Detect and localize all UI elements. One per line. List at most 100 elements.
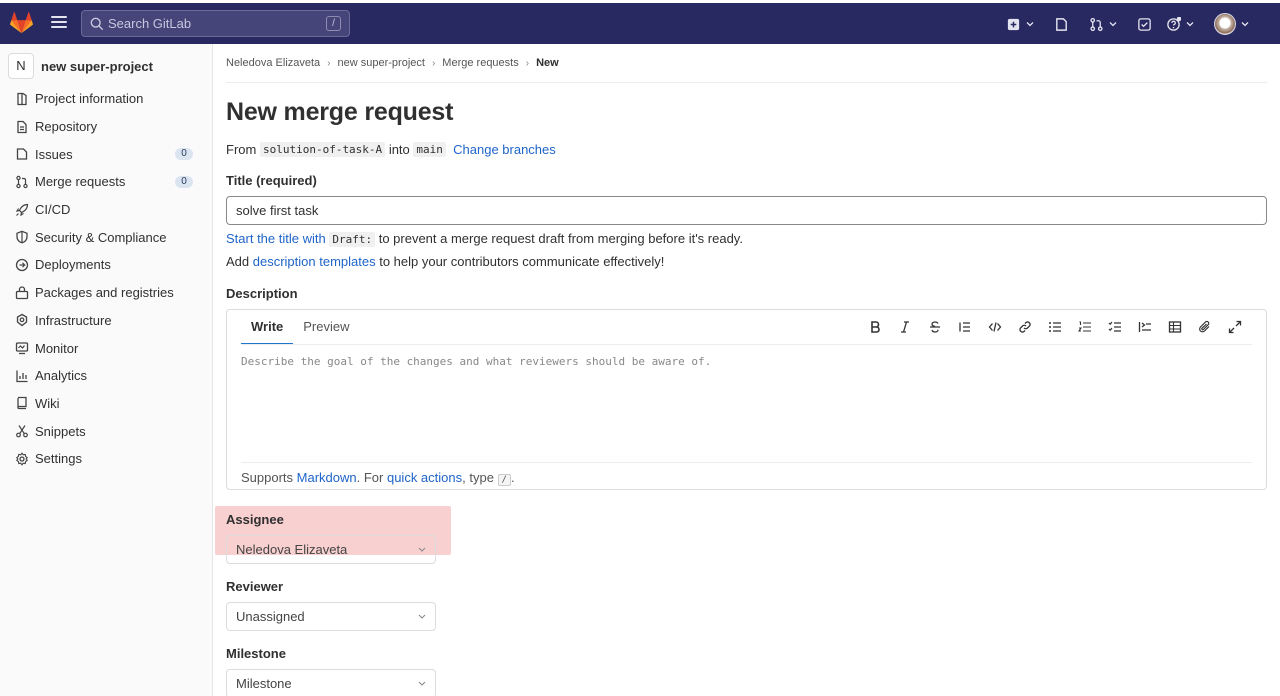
search-placeholder: Search GitLab bbox=[108, 16, 192, 31]
target-branch: main bbox=[413, 142, 446, 157]
merge-request-icon bbox=[15, 175, 29, 189]
merge-requests-nav[interactable] bbox=[1084, 11, 1122, 37]
draft-hint-code[interactable]: Draft: bbox=[329, 232, 376, 247]
sidebar-item-project-information[interactable]: Project information bbox=[0, 85, 212, 113]
draft-hint-link[interactable]: Start the title with bbox=[226, 231, 326, 246]
sidebar-project-header[interactable]: N new super-project bbox=[0, 48, 212, 84]
rocket-icon bbox=[15, 203, 29, 217]
breadcrumb-item[interactable]: Neledova Elizaveta bbox=[226, 57, 320, 69]
chevron-down-icon bbox=[1186, 22, 1194, 27]
tab-preview[interactable]: Preview bbox=[293, 310, 359, 345]
sidebar-item-analytics[interactable]: Analytics bbox=[0, 362, 212, 390]
sidebar-item-label: Project information bbox=[35, 91, 144, 107]
strikethrough-icon[interactable] bbox=[920, 319, 950, 335]
for-text: . For bbox=[356, 470, 387, 485]
sidebar-item-packages[interactable]: Packages and registries bbox=[0, 279, 212, 307]
templates-hint: Add description templates to help your c… bbox=[226, 254, 1267, 269]
cloud-gear-icon bbox=[15, 313, 29, 327]
menu-icon[interactable] bbox=[51, 16, 67, 30]
sidebar-item-repository[interactable]: Repository bbox=[0, 113, 212, 141]
description-editor: Write Preview Describe the goal of the c… bbox=[226, 309, 1267, 490]
help-dropdown[interactable] bbox=[1161, 11, 1199, 37]
tab-write[interactable]: Write bbox=[241, 310, 294, 345]
user-menu[interactable] bbox=[1209, 11, 1254, 37]
assignee-select[interactable]: Neledova Elizaveta bbox=[226, 535, 436, 564]
quote-icon[interactable] bbox=[950, 319, 980, 335]
sidebar-item-snippets[interactable]: Snippets bbox=[0, 417, 212, 445]
branch-info: From solution-of-task-A into main Change… bbox=[226, 142, 1267, 157]
chevron-down-icon bbox=[1109, 22, 1117, 27]
attach-icon[interactable] bbox=[1190, 319, 1220, 335]
bullet-list-icon[interactable] bbox=[1040, 319, 1070, 335]
chevron-down-icon bbox=[418, 681, 426, 686]
title-label: Title (required) bbox=[226, 173, 317, 188]
end-period: . bbox=[510, 470, 515, 485]
gitlab-logo-icon[interactable] bbox=[10, 12, 33, 34]
markdown-toolbar bbox=[860, 319, 1250, 335]
sidebar-item-deployments[interactable]: Deployments bbox=[0, 251, 212, 279]
document-icon bbox=[15, 120, 29, 134]
assignee-label: Assignee bbox=[226, 512, 284, 527]
issues-nav[interactable] bbox=[1049, 11, 1074, 37]
markdown-link[interactable]: Markdown bbox=[297, 470, 357, 485]
table-icon[interactable] bbox=[1160, 319, 1190, 335]
gear-icon bbox=[15, 452, 29, 466]
numbered-list-icon[interactable] bbox=[1070, 319, 1100, 335]
sidebar-item-monitor[interactable]: Monitor bbox=[0, 334, 212, 362]
sidebar-item-settings[interactable]: Settings bbox=[0, 445, 212, 473]
breadcrumb-separator-icon: › bbox=[327, 57, 331, 69]
sidebar-item-issues[interactable]: Issues 0 bbox=[0, 140, 212, 168]
title-field[interactable]: solve first task bbox=[226, 196, 1267, 225]
todos-nav[interactable] bbox=[1132, 11, 1157, 37]
breadcrumb-item[interactable]: new super-project bbox=[338, 57, 425, 69]
collapsible-icon[interactable] bbox=[1130, 319, 1160, 335]
reviewer-block: Reviewer Unassigned bbox=[226, 579, 436, 631]
task-list-icon[interactable] bbox=[1100, 319, 1130, 335]
breadcrumb-current[interactable]: New bbox=[536, 57, 559, 69]
chevron-down-icon bbox=[418, 547, 426, 552]
milestone-select[interactable]: Milestone bbox=[226, 669, 436, 696]
bold-icon[interactable] bbox=[860, 319, 890, 335]
merge-requests-icon bbox=[1090, 17, 1103, 31]
link-icon[interactable] bbox=[1010, 319, 1040, 335]
fullscreen-icon[interactable] bbox=[1220, 319, 1250, 335]
change-branches-link[interactable]: Change branches bbox=[453, 142, 556, 157]
chevron-down-icon bbox=[1026, 22, 1034, 27]
book-icon bbox=[15, 396, 29, 410]
sidebar-item-security[interactable]: Security & Compliance bbox=[0, 223, 212, 251]
editor-footer-divider bbox=[241, 462, 1252, 463]
description-label: Description bbox=[226, 286, 298, 301]
chart-icon bbox=[15, 369, 29, 383]
description-textarea[interactable]: Describe the goal of the changes and wha… bbox=[241, 355, 711, 368]
breadcrumb-item[interactable]: Merge requests bbox=[442, 57, 518, 69]
supports-text: Supports bbox=[241, 470, 297, 485]
chevron-down-icon bbox=[418, 614, 426, 619]
search-input[interactable]: Search GitLab / bbox=[81, 10, 350, 37]
sidebar-item-wiki[interactable]: Wiki bbox=[0, 390, 212, 418]
sidebar-nav: Project information Repository Issues 0 … bbox=[0, 85, 212, 473]
description-templates-link[interactable]: description templates bbox=[253, 254, 376, 269]
milestone-value: Milestone bbox=[236, 676, 292, 691]
assignee-block: Assignee Neledova Elizaveta bbox=[215, 506, 451, 564]
sidebar-item-cicd[interactable]: CI/CD bbox=[0, 196, 212, 224]
chevron-down-icon bbox=[1241, 22, 1249, 27]
new-item-dropdown[interactable] bbox=[1001, 11, 1039, 37]
sidebar-item-label: Infrastructure bbox=[35, 312, 112, 328]
deployments-icon bbox=[15, 258, 29, 272]
issues-icon bbox=[1056, 17, 1067, 31]
search-shortcut-key: / bbox=[326, 16, 341, 31]
italic-icon[interactable] bbox=[890, 319, 920, 335]
sidebar-item-infrastructure[interactable]: Infrastructure bbox=[0, 307, 212, 335]
quick-actions-link[interactable]: quick actions bbox=[387, 470, 462, 485]
page-title: New merge request bbox=[226, 98, 454, 126]
source-branch: solution-of-task-A bbox=[259, 142, 386, 157]
reviewer-select[interactable]: Unassigned bbox=[226, 602, 436, 631]
sidebar-item-label: CI/CD bbox=[35, 202, 71, 218]
monitor-icon bbox=[15, 341, 29, 355]
todos-icon bbox=[1138, 17, 1151, 31]
sidebar-item-merge-requests[interactable]: Merge requests 0 bbox=[0, 168, 212, 196]
draft-hint-text: to prevent a merge request draft from me… bbox=[375, 231, 743, 246]
breadcrumb: Neledova Elizaveta › new super-project ›… bbox=[226, 44, 1267, 83]
code-icon[interactable] bbox=[980, 319, 1010, 335]
templates-prefix: Add bbox=[226, 254, 253, 269]
